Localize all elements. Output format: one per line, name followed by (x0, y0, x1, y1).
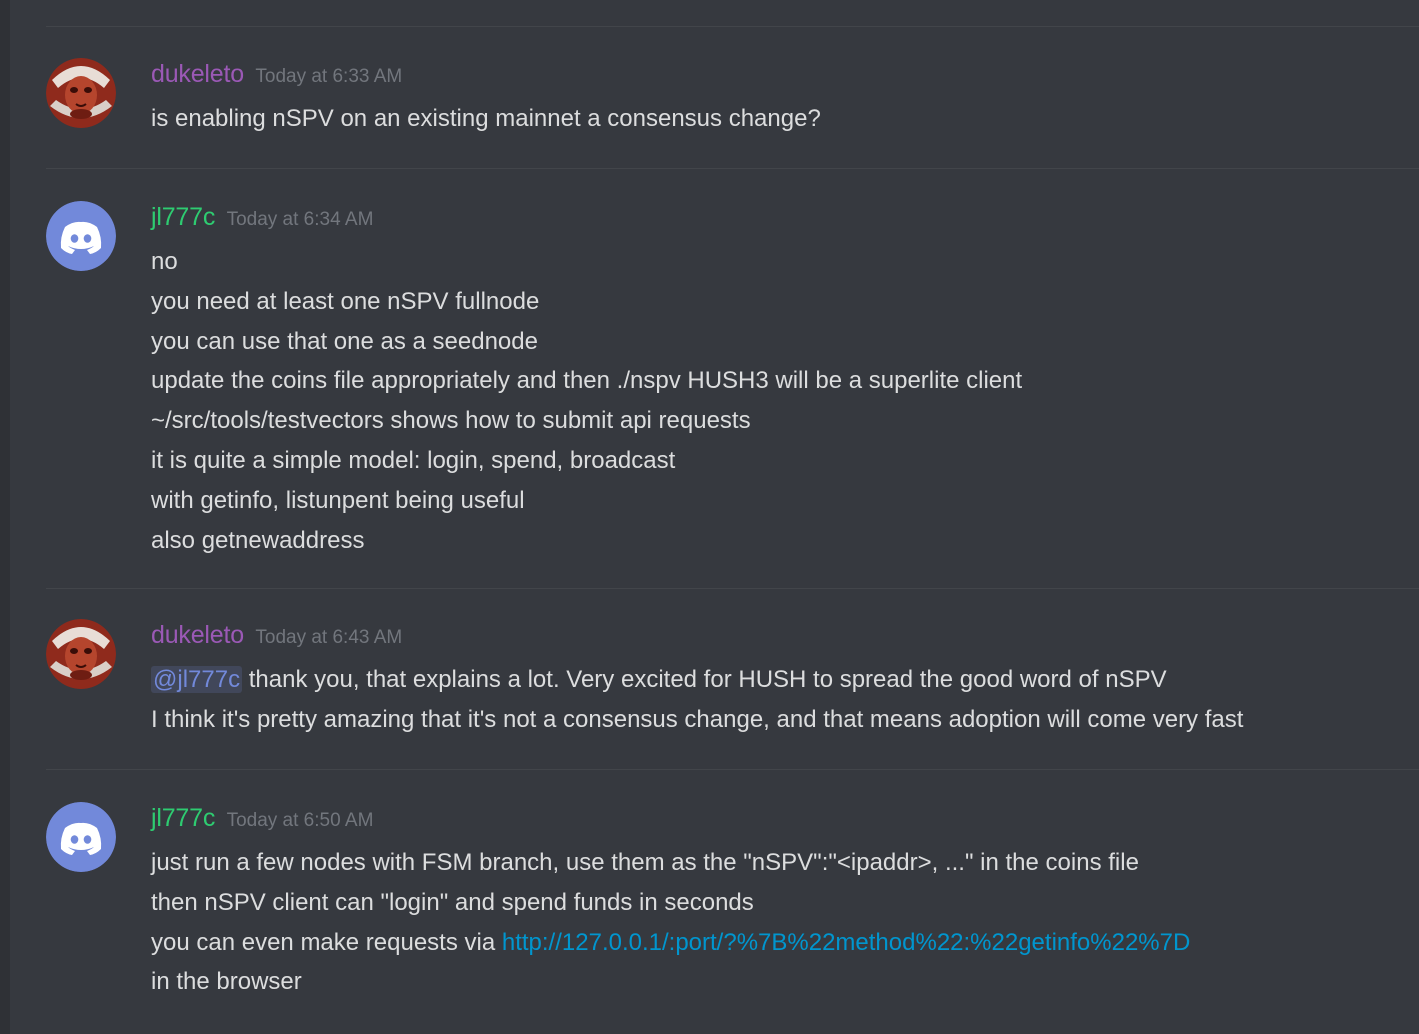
message-content: just run a few nodes with FSM branch, us… (151, 843, 1190, 1002)
message-text: you can even make requests via (151, 928, 502, 956)
message-content: is enabling nSPV on an existing mainnet … (151, 99, 821, 139)
message-line: just run a few nodes with FSM branch, us… (151, 849, 1139, 876)
message-line: you need at least one nSPV fullnode (151, 287, 540, 315)
message-divider (46, 588, 1419, 589)
timestamp: Today at 6:33 AM (255, 66, 403, 87)
message-content: @jl777c thank you, that explains a lot. … (151, 660, 1243, 740)
chat-message-list[interactable]: dukeleto Today at 6:33 AM is enabling nS… (10, 0, 1419, 1034)
message-divider (46, 168, 1419, 169)
message-divider (46, 769, 1419, 770)
username[interactable]: jl777c (151, 804, 215, 832)
left-edge-strip (0, 0, 10, 1034)
url-link[interactable]: http://127.0.0.1/:port/?%7B%22method%22:… (502, 929, 1190, 956)
jl777c-avatar[interactable] (46, 802, 116, 872)
message-line: is enabling nSPV on an existing mainnet … (151, 105, 821, 132)
message-header: dukeleto Today at 6:33 AM (151, 60, 402, 89)
red-skull-avatar-icon (46, 58, 116, 128)
message-header: dukeleto Today at 6:43 AM (151, 621, 402, 650)
message-line: no (151, 248, 178, 275)
message-line: it is quite a simple model: login, spend… (151, 446, 676, 474)
discord-logo-icon (46, 802, 116, 872)
message-divider (46, 26, 1419, 27)
message-line: I think it's pretty amazing that it's no… (151, 705, 1244, 733)
username[interactable]: dukeleto (151, 621, 244, 649)
message-line: ~/src/tools/testvectors shows how to sub… (151, 407, 751, 435)
message-line: also getnewaddress (151, 526, 365, 554)
timestamp: Today at 6:50 AM (226, 810, 374, 831)
message-text: thank you, that explains a lot. Very exc… (242, 666, 1167, 693)
username[interactable]: jl777c (151, 203, 215, 231)
red-skull-avatar-icon (46, 619, 116, 689)
username[interactable]: dukeleto (151, 60, 244, 88)
timestamp: Today at 6:34 AM (226, 209, 374, 230)
message-line: then nSPV client can "login" and spend f… (151, 888, 754, 916)
message-line: update the coins file appropriately and … (151, 367, 1023, 395)
message-line: with getinfo, listunpent being useful (151, 486, 525, 514)
dukeleto-avatar[interactable] (46, 58, 116, 128)
message-header: jl777c Today at 6:34 AM (151, 203, 373, 232)
user-mention[interactable]: @jl777c (151, 666, 243, 693)
dukeleto-avatar[interactable] (46, 619, 116, 689)
message-line: in the browser (151, 968, 302, 996)
message-content: no you need at least one nSPV fullnode y… (151, 242, 1022, 560)
message-header: jl777c Today at 6:50 AM (151, 804, 373, 833)
timestamp: Today at 6:43 AM (255, 627, 403, 648)
message-line: @jl777c thank you, that explains a lot. … (151, 660, 1243, 700)
discord-logo-icon (46, 201, 116, 271)
jl777c-avatar[interactable] (46, 201, 116, 271)
message-line: you can use that one as a seednode (151, 327, 538, 355)
message-line: you can even make requests via http://12… (151, 923, 1190, 963)
